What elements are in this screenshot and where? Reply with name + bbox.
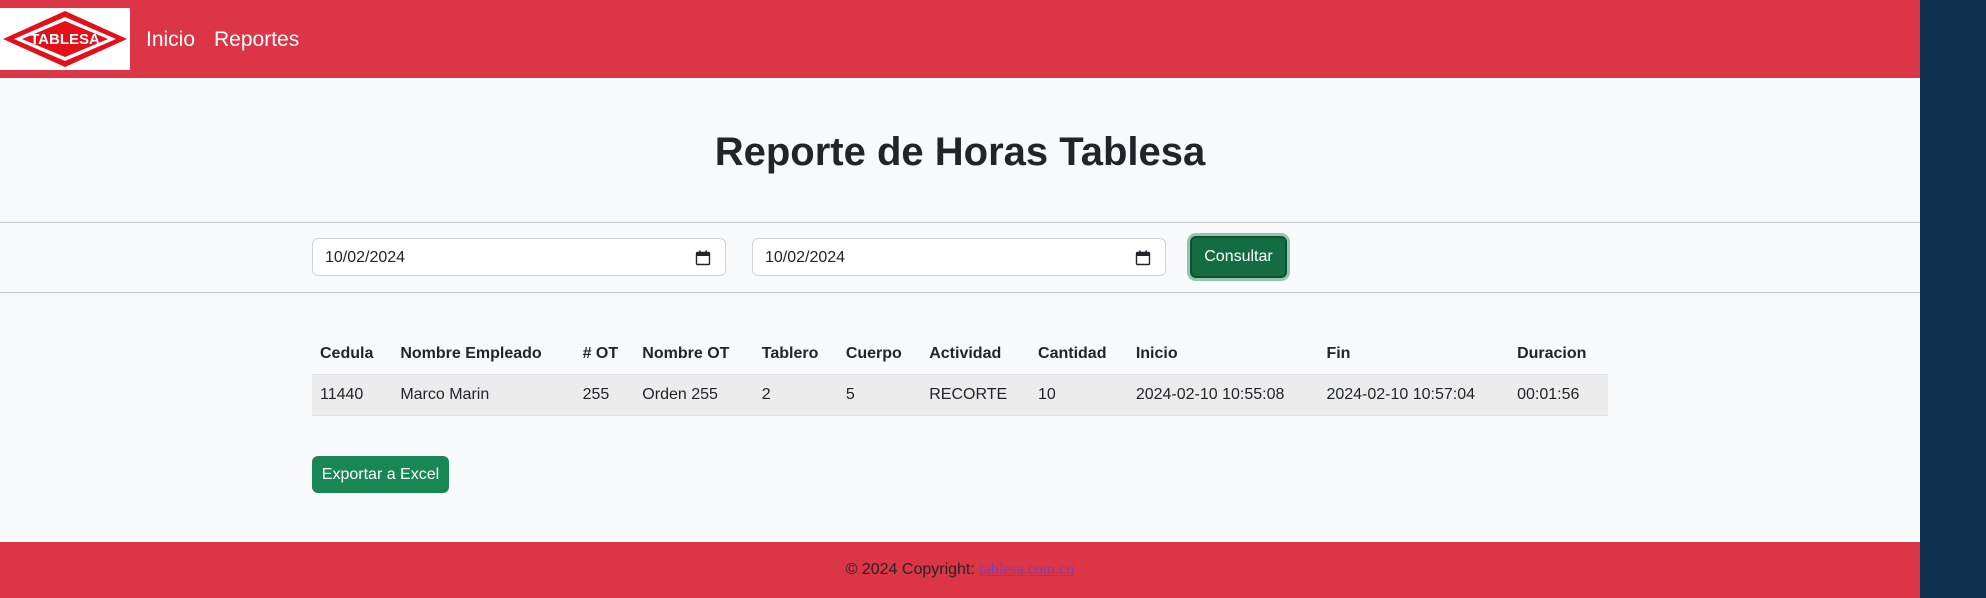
column-header: Cedula [312,334,393,375]
table-cell: Marco Marin [392,374,575,416]
table-cell: 00:01:56 [1509,374,1608,416]
column-header: Tablero [753,334,838,375]
copyright-text: © 2024 Copyright: [845,561,975,578]
tablesa-logo-icon: TABLESA [3,11,127,67]
end-date-input[interactable]: 10/02/2024 [752,238,1166,276]
table-cell: 5 [837,374,922,416]
calendar-icon[interactable] [1135,250,1151,266]
end-date-value: 10/02/2024 [765,249,846,266]
consultar-button[interactable]: Consultar [1190,236,1287,278]
table-row: 11440 Marco Marin 255 Orden 255 2 5 RECO… [312,374,1608,416]
column-header: Cuerpo [837,334,922,375]
page-title: Reporte de Horas Tablesa [714,130,1206,174]
column-header: Actividad [921,334,1031,375]
column-header: Inicio [1127,334,1319,375]
divider-top [0,222,1920,223]
table-cell: 11440 [312,374,393,416]
logo-text: TABLESA [30,31,100,48]
footer-copyright: © 2024 Copyright: tablesa.com.co [0,560,1920,580]
footer-link[interactable]: tablesa.com.co [979,561,1074,578]
start-date-input[interactable]: 10/02/2024 [312,238,726,276]
navbar: TABLESA Inicio Reportes [0,0,1920,78]
table-cell: 255 [574,374,635,416]
table-cell: 2024-02-10 10:55:08 [1127,374,1319,416]
table-cell: 2024-02-10 10:57:04 [1318,374,1510,416]
column-header: Nombre OT [634,334,754,375]
table-cell: 2 [753,374,838,416]
footer: © 2024 Copyright: tablesa.com.co [0,542,1920,598]
nav-link-inicio[interactable]: Inicio [146,26,195,54]
column-header: Cantidad [1030,334,1128,375]
table-cell: Orden 255 [634,374,754,416]
table-cell: 10 [1030,374,1128,416]
column-header: Duracion [1509,334,1608,375]
report-table: Cedula Nombre Empleado # OT Nombre OT Ta… [312,334,1608,416]
nav-link-reportes[interactable]: Reportes [214,26,299,54]
table-header-row: Cedula Nombre Empleado # OT Nombre OT Ta… [312,334,1608,375]
table-cell: RECORTE [921,374,1031,416]
column-header: # OT [574,334,635,375]
column-header: Nombre Empleado [392,334,575,375]
column-header: Fin [1318,334,1510,375]
divider-bottom [0,292,1920,293]
export-excel-button[interactable]: Exportar a Excel [312,456,449,493]
page: TABLESA Inicio Reportes Reporte de Horas… [0,0,1920,598]
brand-logo[interactable]: TABLESA [0,8,130,70]
side-panel [1920,0,1986,598]
start-date-value: 10/02/2024 [325,249,406,266]
calendar-icon[interactable] [695,250,711,266]
